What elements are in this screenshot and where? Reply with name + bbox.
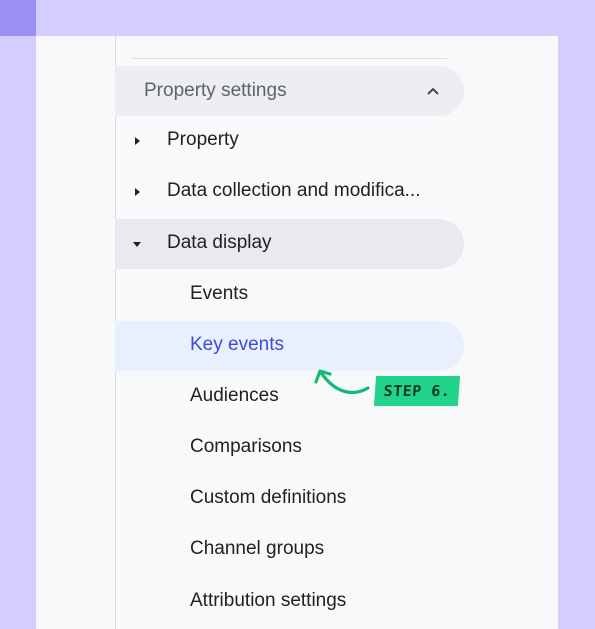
subnav-item-label: Events — [190, 283, 249, 304]
subnav-item-label: Channel groups — [190, 538, 325, 559]
subnav-item-label: Audiences — [190, 385, 279, 406]
chevron-up-icon[interactable] — [425, 83, 441, 99]
subnav-item-label: Attribution settings — [190, 590, 347, 611]
subnav-item-key-events[interactable]: Key events — [115, 321, 464, 371]
nav-item-label: Data display — [167, 232, 272, 253]
step-badge: STEP 6. — [373, 376, 461, 406]
nav-item-label: Property — [167, 129, 239, 150]
corner-accent — [0, 0, 36, 36]
nav-item-label: Data collection and modifica... — [167, 180, 421, 201]
subnav-item-channel-groups[interactable]: Channel groups — [115, 525, 464, 575]
subnav-item-custom-definitions[interactable]: Custom definitions — [115, 474, 464, 524]
subnav-item-events[interactable]: Events — [115, 270, 464, 320]
section-title: Property settings — [144, 80, 287, 101]
curved-arrow-icon — [314, 369, 370, 395]
nav-item-data-display[interactable]: Data display — [115, 219, 464, 269]
caret-right-icon — [135, 137, 140, 145]
nav-item-property[interactable]: Property — [115, 116, 464, 166]
subnav-item-label: Comparisons — [190, 436, 302, 457]
subnav-item-comparisons[interactable]: Comparisons — [115, 423, 464, 473]
subnav-item-label: Custom definitions — [190, 487, 347, 508]
property-settings-header[interactable]: Property settings — [115, 66, 464, 116]
caret-right-icon — [135, 188, 140, 196]
subnav-item-attribution-settings[interactable]: Attribution settings — [115, 577, 464, 627]
divider-horizontal — [133, 58, 447, 59]
caret-down-icon — [133, 242, 141, 247]
subnav-item-label: Key events — [190, 334, 284, 355]
nav-item-data-collection[interactable]: Data collection and modifica... — [115, 167, 464, 217]
